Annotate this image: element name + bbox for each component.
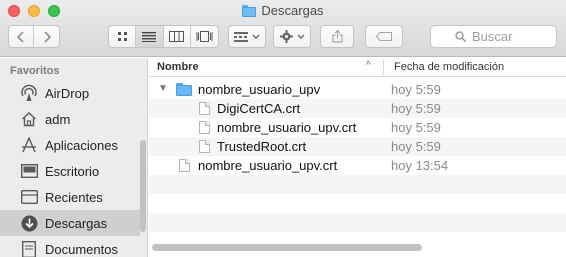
column-view-button[interactable] [164,26,191,47]
chevron-right-icon [43,30,51,43]
airdrop-icon [18,83,40,103]
tag-icon [376,32,392,41]
arrange-button[interactable] [228,25,266,48]
column-view-icon [169,31,185,42]
empty-row [149,175,566,194]
chevron-down-icon [297,34,304,39]
column-date-header[interactable]: Fecha de modificación [394,61,504,73]
sidebar-item-documentos[interactable]: Documentos [0,236,140,257]
arrange-icon [234,31,248,42]
sidebar-item-label: AirDrop [45,85,90,101]
file-name: nombre_usuario_upv.crt [198,158,338,173]
sidebar-item-escritorio[interactable]: Escritorio [0,158,140,184]
sidebar-item-airdrop[interactable]: AirDrop [0,80,140,106]
document-icon [199,140,210,153]
table-row[interactable]: nombre_usuario_upv.crt hoy 5:59 [149,118,566,137]
modified-date: hoy 5:59 [391,120,441,135]
gallery-view-icon [196,31,213,42]
table-row[interactable]: ▼ nombre_usuario_upv hoy 5:59 [149,80,566,99]
action-menu-button[interactable] [273,25,311,48]
disclosure-triangle-icon[interactable]: ▼ [158,83,168,94]
share-button[interactable] [320,25,354,48]
sidebar: Favoritos AirDrop adm Aplicaciones Escri… [0,58,148,257]
sidebar-item-label: Aplicaciones [45,137,118,153]
sidebar-heading: Favoritos [10,65,60,77]
document-icon [199,102,210,115]
sidebar-item-adm[interactable]: adm [0,106,140,132]
documents-icon [18,239,40,257]
column-name-header[interactable]: Nombre [157,61,199,73]
sidebar-item-label: Documentos [45,241,118,257]
window-title: Descargas [0,3,566,20]
column-divider[interactable] [383,60,384,75]
icon-view-button[interactable] [109,26,137,47]
modified-date: hoy 13:54 [391,158,449,173]
list-view-icon [142,32,157,42]
recents-icon [18,187,40,207]
document-icon [199,121,210,134]
sidebar-item-label: Descargas [45,215,108,231]
folder-icon [242,4,257,17]
tag-button[interactable] [365,25,403,48]
file-list: Nombre ^ Fecha de modificación ▼ nombre_… [149,58,566,257]
finder-window: Descargas Buscar Favoritos AirDrop adm A… [0,0,566,257]
sidebar-scrollbar[interactable] [140,140,146,232]
view-mode-buttons [108,25,219,48]
document-icon [179,159,190,172]
list-view-button[interactable] [136,26,164,47]
back-button[interactable] [9,26,35,47]
home-icon [18,109,40,129]
desktop-icon [18,161,40,181]
icon-view-icon [117,32,127,41]
search-field[interactable] [430,25,557,48]
empty-row [149,194,566,213]
forward-button[interactable] [34,26,59,47]
file-name: DigiCertCA.crt [217,101,301,116]
sort-indicator: ^ [366,60,371,71]
navigation-buttons [8,25,60,48]
search-input[interactable] [472,29,532,44]
modified-date: hoy 5:59 [391,101,441,116]
sidebar-item-label: adm [45,111,71,127]
share-icon [331,30,343,43]
column-header: Nombre ^ Fecha de modificación [149,58,566,77]
folder-icon [176,83,192,96]
file-name: TrustedRoot.crt [217,139,307,154]
applications-icon [18,135,40,155]
sidebar-item-aplicaciones[interactable]: Aplicaciones [0,132,140,158]
modified-date: hoy 5:59 [391,139,441,154]
sidebar-item-label: Escritorio [45,163,100,179]
downloads-icon [18,213,40,233]
file-name: nombre_usuario_upv.crt [217,120,357,135]
chevron-left-icon [17,30,24,43]
window-title-label: Descargas [261,3,324,18]
modified-date: hoy 5:59 [391,82,441,97]
sidebar-item-recientes[interactable]: Recientes [0,184,140,210]
search-icon [455,31,466,42]
gear-icon [279,30,293,43]
file-name: nombre_usuario_upv [198,82,321,97]
toolbar: Descargas [0,0,566,57]
table-row[interactable]: TrustedRoot.crt hoy 5:59 [149,137,566,156]
table-row[interactable]: nombre_usuario_upv.crt hoy 13:54 [149,156,566,175]
table-row[interactable]: DigiCertCA.crt hoy 5:59 [149,99,566,118]
horizontal-scrollbar[interactable] [152,244,422,251]
empty-row [149,213,566,232]
sidebar-item-descargas[interactable]: Descargas [0,210,140,236]
chevron-down-icon [252,34,260,39]
sidebar-item-label: Recientes [45,189,103,205]
gallery-view-button[interactable] [191,26,218,47]
